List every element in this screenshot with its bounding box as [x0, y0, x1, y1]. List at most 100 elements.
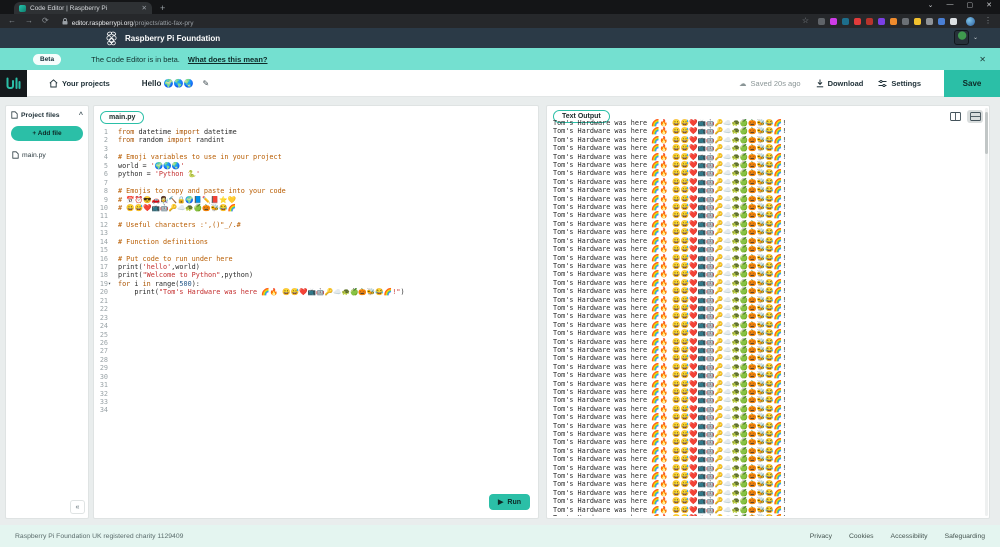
extension-icon[interactable]: [878, 18, 885, 25]
download-button[interactable]: Download: [816, 79, 864, 88]
forward-icon[interactable]: →: [25, 14, 33, 28]
bookmark-star-icon[interactable]: ☆: [802, 14, 809, 28]
code-line[interactable]: 13: [94, 229, 538, 237]
settings-button[interactable]: Settings: [878, 79, 921, 88]
collapse-chevron-up-icon[interactable]: ^: [79, 112, 83, 119]
code-line[interactable]: 6python = 'Python 🐍': [94, 170, 538, 178]
sidebar-collapse-button[interactable]: «: [70, 500, 85, 514]
browser-tab-strip: Code Editor | Raspberry Pi ✕ + ⌄ — ▢ ✕: [0, 0, 1000, 14]
output-line: Tom's Hardware was here 🌈🔥 😀😅❤️📺🤖🔑☁️🐢🍏🎃🐝…: [553, 363, 981, 371]
code-line[interactable]: 14# Function definitions: [94, 238, 538, 246]
code-line[interactable]: 27: [94, 347, 538, 355]
project-files-header[interactable]: Project files ^: [6, 106, 88, 123]
code-line[interactable]: 21: [94, 297, 538, 305]
settings-sliders-icon: [878, 79, 887, 88]
reload-icon[interactable]: ⟳: [42, 14, 49, 28]
url-domain: editor.raspberrypi.org: [72, 20, 133, 27]
add-file-button[interactable]: + Add file: [11, 126, 83, 141]
output-scrollbar-thumb[interactable]: [985, 112, 988, 154]
extension-icon[interactable]: [938, 18, 945, 25]
code-line[interactable]: 17print('hello',world): [94, 263, 538, 271]
extension-icon[interactable]: [926, 18, 933, 25]
tab-search-icon[interactable]: ⌄: [928, 1, 934, 9]
browser-menu-icon[interactable]: ⋮: [984, 14, 992, 28]
extension-icon[interactable]: [854, 18, 861, 25]
edit-title-pencil-icon[interactable]: ✎: [202, 79, 209, 88]
code-line[interactable]: 4# Emoji variables to use in your projec…: [94, 153, 538, 161]
user-avatar[interactable]: [954, 30, 969, 45]
code-line[interactable]: 29: [94, 364, 538, 372]
output-line: Tom's Hardware was here 🌈🔥 😀😅❤️📺🤖🔑☁️🐢🍏🎃🐝…: [553, 396, 981, 404]
code-line[interactable]: 18print("Welcome to Python",python): [94, 271, 538, 279]
banner-close-icon[interactable]: ✕: [979, 55, 986, 64]
settings-label: Settings: [891, 79, 921, 88]
saved-label: Saved 20s ago: [751, 79, 801, 88]
window-close-button[interactable]: ✕: [986, 1, 992, 9]
extension-icon[interactable]: [866, 18, 873, 25]
footer-link-safeguarding[interactable]: Safeguarding: [945, 533, 985, 540]
footer-link-privacy[interactable]: Privacy: [810, 533, 832, 540]
code-line[interactable]: 20 print("Tom's Hardware was here 🌈🔥 😀😅❤…: [94, 288, 538, 296]
code-line[interactable]: 30: [94, 373, 538, 381]
run-button[interactable]: ▶ Run: [489, 494, 530, 510]
tab-close-icon[interactable]: ✕: [142, 4, 147, 12]
code-line[interactable]: 22: [94, 305, 538, 313]
extension-icon[interactable]: [830, 18, 837, 25]
code-line[interactable]: 34: [94, 406, 538, 414]
extension-icon[interactable]: [902, 18, 909, 25]
output-line: Tom's Hardware was here 🌈🔥 😀😅❤️📺🤖🔑☁️🐢🍏🎃🐝…: [553, 405, 981, 413]
code-line[interactable]: 2from random import randint: [94, 136, 538, 144]
brand-title: Raspberry Pi Foundation: [125, 34, 220, 43]
code-line[interactable]: 9# 📅⏰😎🚗👩‍🔬🔨🔒🌍📘✏️📕⭐💛: [94, 196, 538, 204]
code-line[interactable]: 32: [94, 390, 538, 398]
extension-icon[interactable]: [950, 18, 957, 25]
tab-main-py[interactable]: main.py: [100, 111, 144, 124]
code-line[interactable]: 33: [94, 398, 538, 406]
output-scrollbar[interactable]: [985, 108, 988, 516]
code-line[interactable]: 31: [94, 381, 538, 389]
main-area: Project files ^ + Add file main.py « mai…: [0, 97, 1000, 525]
code-line[interactable]: 26: [94, 339, 538, 347]
code-line[interactable]: 16# Put code to run under here: [94, 255, 538, 263]
your-projects-label: Your projects: [62, 79, 110, 88]
code-line[interactable]: 10# 😀😅❤️📺🤖🔑☁️🐢🍏🎃🐝😂🌈: [94, 204, 538, 212]
maximize-button[interactable]: ▢: [967, 1, 974, 9]
project-toolbar: Your projects Hello 🌍🌎🌏 ✎ ☁ Saved 20s ag…: [0, 70, 1000, 97]
browser-profile-avatar[interactable]: [966, 17, 975, 26]
code-line[interactable]: 24: [94, 322, 538, 330]
footer-link-cookies[interactable]: Cookies: [849, 533, 874, 540]
code-line[interactable]: 8# Emojis to copy and paste into your co…: [94, 187, 538, 195]
output-line: Tom's Hardware was here 🌈🔥 😀😅❤️📺🤖🔑☁️🐢🍏🎃🐝…: [553, 422, 981, 430]
account-chevron-down-icon[interactable]: ⌄: [973, 34, 978, 41]
your-projects-button[interactable]: Your projects: [49, 79, 110, 88]
beta-banner-link[interactable]: What does this mean?: [188, 55, 268, 64]
raspberry-pi-logo-icon: [105, 31, 118, 46]
code-line[interactable]: 25: [94, 331, 538, 339]
footer-link-accessibility[interactable]: Accessibility: [891, 533, 928, 540]
minimize-button[interactable]: —: [947, 1, 954, 9]
back-icon[interactable]: ←: [8, 14, 16, 28]
code-line[interactable]: 12# Useful characters :',()"_/.#: [94, 221, 538, 229]
beta-badge: Beta: [33, 54, 61, 65]
extension-icon[interactable]: [890, 18, 897, 25]
new-tab-button[interactable]: +: [160, 2, 165, 14]
extension-icon[interactable]: [914, 18, 921, 25]
code-line[interactable]: 5world = '🌍🌎🌏': [94, 162, 538, 170]
code-line[interactable]: 15: [94, 246, 538, 254]
code-line[interactable]: 23: [94, 314, 538, 322]
extension-icon[interactable]: [842, 18, 849, 25]
code-line[interactable]: 3: [94, 145, 538, 153]
output-line: Tom's Hardware was here 🌈🔥 😀😅❤️📺🤖🔑☁️🐢🍏🎃🐝…: [553, 254, 981, 262]
save-button[interactable]: Save: [944, 70, 1000, 97]
output-line: Tom's Hardware was here 🌈🔥 😀😅❤️📺🤖🔑☁️🐢🍏🎃🐝…: [553, 211, 981, 219]
code-line[interactable]: 1from datetime import datetime: [94, 128, 538, 136]
code-lines[interactable]: 1from datetime import datetime2from rand…: [94, 128, 538, 494]
code-line[interactable]: 28: [94, 356, 538, 364]
code-line[interactable]: 7: [94, 179, 538, 187]
code-line[interactable]: 11: [94, 212, 538, 220]
code-editor-logo[interactable]: [0, 70, 27, 97]
sidebar-item-main-py[interactable]: main.py: [6, 147, 88, 163]
browser-tab[interactable]: Code Editor | Raspberry Pi ✕: [14, 2, 152, 14]
output-line: Tom's Hardware was here 🌈🔥 😀😅❤️📺🤖🔑☁️🐢🍏🎃🐝…: [553, 321, 981, 329]
extension-icon[interactable]: [818, 18, 825, 25]
